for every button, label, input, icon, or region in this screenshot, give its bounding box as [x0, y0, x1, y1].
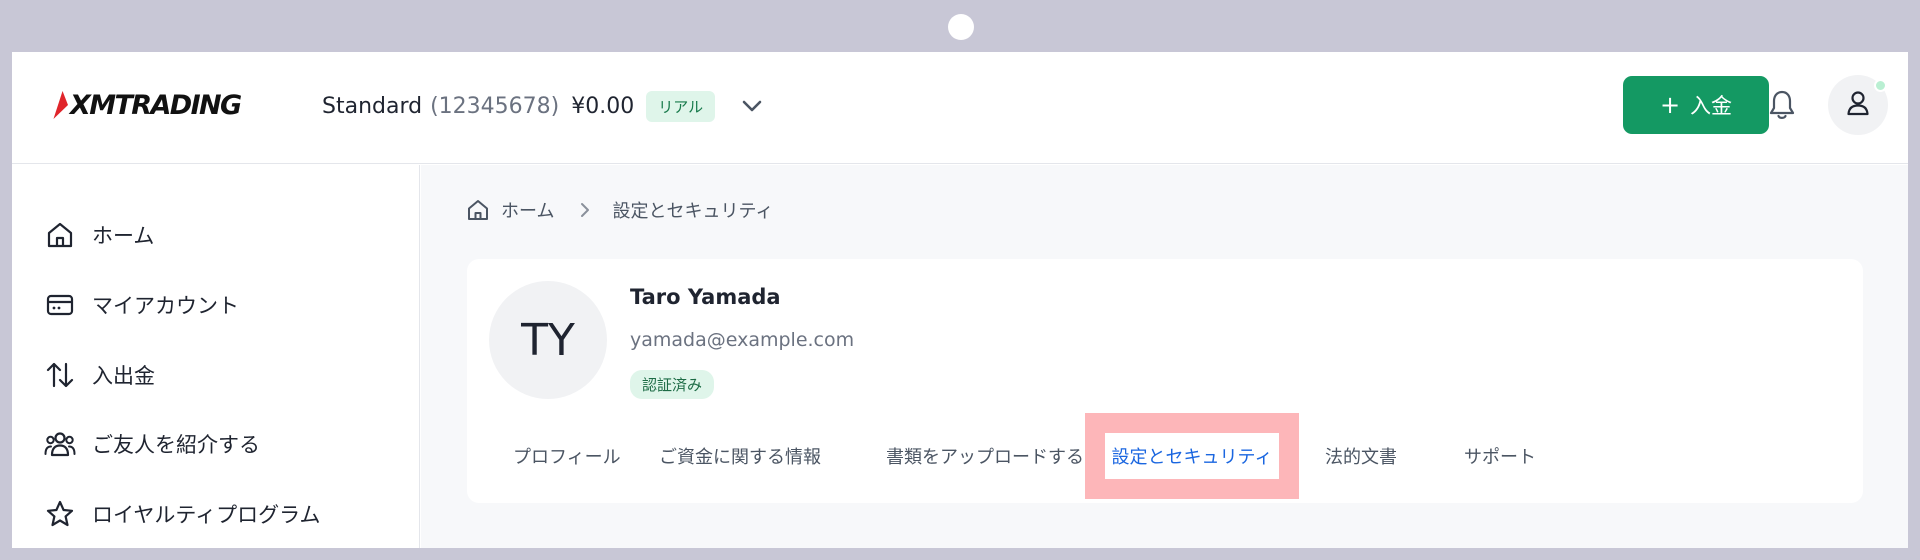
star-icon [42, 496, 78, 532]
logo-text: XMTRADING [70, 89, 242, 121]
account-type: Standard [322, 93, 423, 119]
breadcrumb-current: 設定とセキュリティ [612, 201, 774, 222]
transfer-arrows-icon [42, 357, 78, 393]
sidebar-item-label: 入出金 [92, 364, 155, 388]
sidebar: ホーム マイアカウント 入出金 ご友人を紹介する ロイヤルティプログラム [12, 165, 420, 548]
main-content: ホーム 設定とセキュリティ TY Taro Yamada yamada@exam… [421, 165, 1908, 548]
avatar: TY [489, 281, 607, 399]
user-icon [1846, 90, 1870, 120]
tab-profile[interactable]: プロフィール [513, 413, 621, 499]
user-email: yamada@example.com [630, 329, 855, 351]
account-number: (12345678) [430, 93, 560, 119]
sidebar-item-label: ホーム [92, 224, 155, 248]
app-screen: XMTRADING Standard (12345678) ¥0.00 リアル … [12, 52, 1908, 548]
sidebar-item-home[interactable]: ホーム [42, 215, 154, 255]
account-balance: ¥0.00 [571, 93, 635, 119]
sidebar-item-label: ロイヤルティプログラム [92, 503, 321, 527]
xmtrading-logo[interactable]: XMTRADING [53, 88, 268, 122]
tab-settings-security[interactable]: 設定とセキュリティ [1105, 433, 1279, 479]
deposit-button[interactable]: + 入金 [1623, 76, 1769, 134]
tab-settings-highlight: 設定とセキュリティ [1085, 413, 1299, 499]
tab-legal-documents[interactable]: 法的文書 [1325, 413, 1397, 499]
home-icon[interactable] [465, 197, 491, 223]
top-header: XMTRADING Standard (12345678) ¥0.00 リアル … [12, 52, 1908, 164]
plus-icon: + [1659, 91, 1681, 119]
tab-funds-info[interactable]: ご資金に関する情報 [659, 413, 821, 499]
camera-dot [948, 14, 974, 40]
breadcrumb: ホーム 設定とセキュリティ [465, 195, 773, 225]
sidebar-item-label: ご友人を紹介する [92, 433, 260, 457]
profile-tabs: プロフィール ご資金に関する情報 書類をアップロードする 設定とセキュリティ 法… [467, 413, 1863, 499]
chevron-down-icon[interactable] [739, 93, 765, 119]
chevron-right-icon [580, 202, 590, 218]
profile-card: TY Taro Yamada yamada@example.com 認証済み プ… [467, 259, 1863, 503]
breadcrumb-home-link[interactable]: ホーム [501, 197, 554, 223]
sidebar-item-deposit-withdraw[interactable]: 入出金 [42, 355, 155, 395]
online-status-dot [1874, 79, 1887, 92]
tab-support[interactable]: サポート [1464, 413, 1536, 499]
sidebar-item-loyalty-program[interactable]: ロイヤルティプログラム [42, 494, 320, 534]
status-badge: 認証済み [630, 370, 715, 399]
users-icon [42, 426, 78, 462]
bell-icon[interactable] [1764, 87, 1800, 123]
home-icon [42, 217, 78, 253]
sidebar-item-refer-friends[interactable]: ご友人を紹介する [42, 424, 260, 464]
user-name: Taro Yamada [630, 285, 781, 309]
credit-card-icon [42, 287, 78, 323]
account-mode-badge: リアル [646, 90, 716, 122]
deposit-label: 入金 [1690, 94, 1733, 118]
device-frame [0, 0, 1920, 52]
sidebar-item-my-account[interactable]: マイアカウント [42, 285, 239, 325]
account-switcher[interactable]: Standard (12345678) ¥0.00 リアル [322, 88, 765, 124]
sidebar-item-label: マイアカウント [92, 294, 239, 318]
tab-upload-documents[interactable]: 書類をアップロードする [886, 413, 1084, 499]
